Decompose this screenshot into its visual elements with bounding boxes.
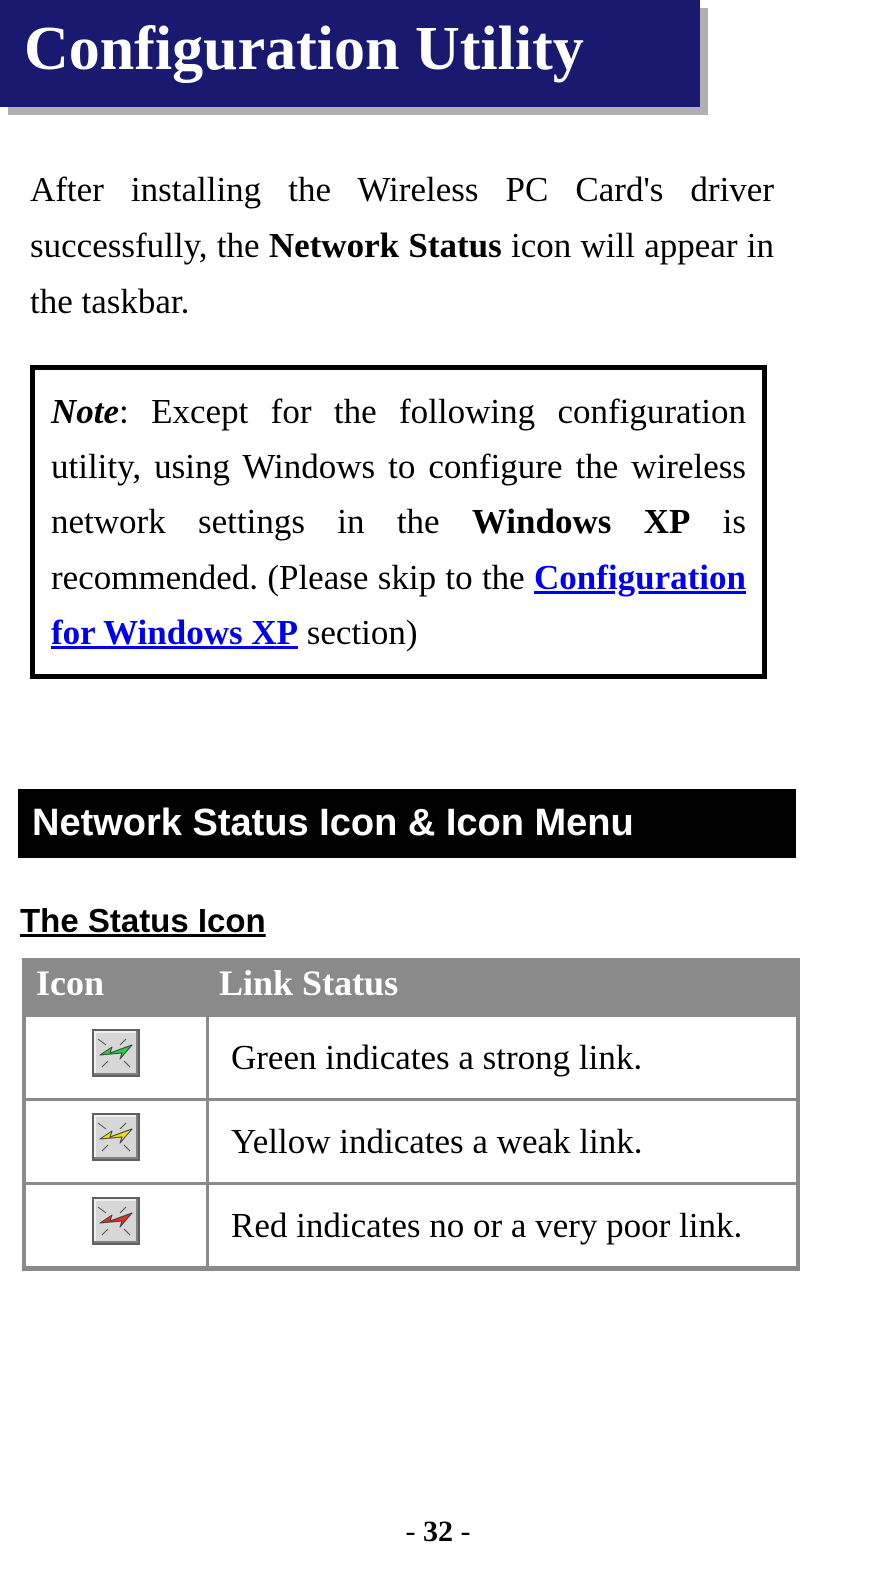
page-footer: - 32 - [0,1515,876,1549]
intro-bold-1: Network Status [269,226,502,265]
table-row: Yellow indicates a weak link. [26,1098,796,1182]
table-header-link-status: Link Status [209,958,796,1014]
note-label: Note [51,392,119,431]
table-header-icon: Icon [26,958,209,1014]
footer-post: - [453,1515,471,1548]
table-row: Green indicates a strong link. [26,1014,796,1098]
icon-cell [26,1014,209,1098]
link-status-cell: Red indicates no or a very poor link. [209,1182,796,1266]
title-banner-wrap: Configuration Utility [0,0,700,107]
intro-paragraph: After installing the Wireless PC Card's … [30,162,774,330]
table-header-row: Icon Link Status [26,958,796,1014]
sub-heading-status-icon: The Status Icon [20,902,876,940]
status-icon-table: Icon Link Status Green indicates a stron… [22,958,800,1271]
note-bold-1: Windows XP [472,502,690,541]
status-yellow-icon [92,1113,140,1161]
icon-cell [26,1098,209,1182]
note-text-3: section) [298,613,418,652]
link-status-cell: Yellow indicates a weak link. [209,1098,796,1182]
section-heading-network-status: Network Status Icon & Icon Menu [18,789,796,858]
page-number: 32 [423,1515,453,1548]
status-green-icon [92,1029,140,1077]
link-status-cell: Green indicates a strong link. [209,1014,796,1098]
table-row: Red indicates no or a very poor link. [26,1182,796,1266]
note-box: Note: Except for the following configura… [30,365,767,679]
icon-cell [26,1182,209,1266]
page-title: Configuration Utility [0,0,700,107]
status-red-icon [92,1197,140,1245]
footer-pre: - [406,1515,424,1548]
